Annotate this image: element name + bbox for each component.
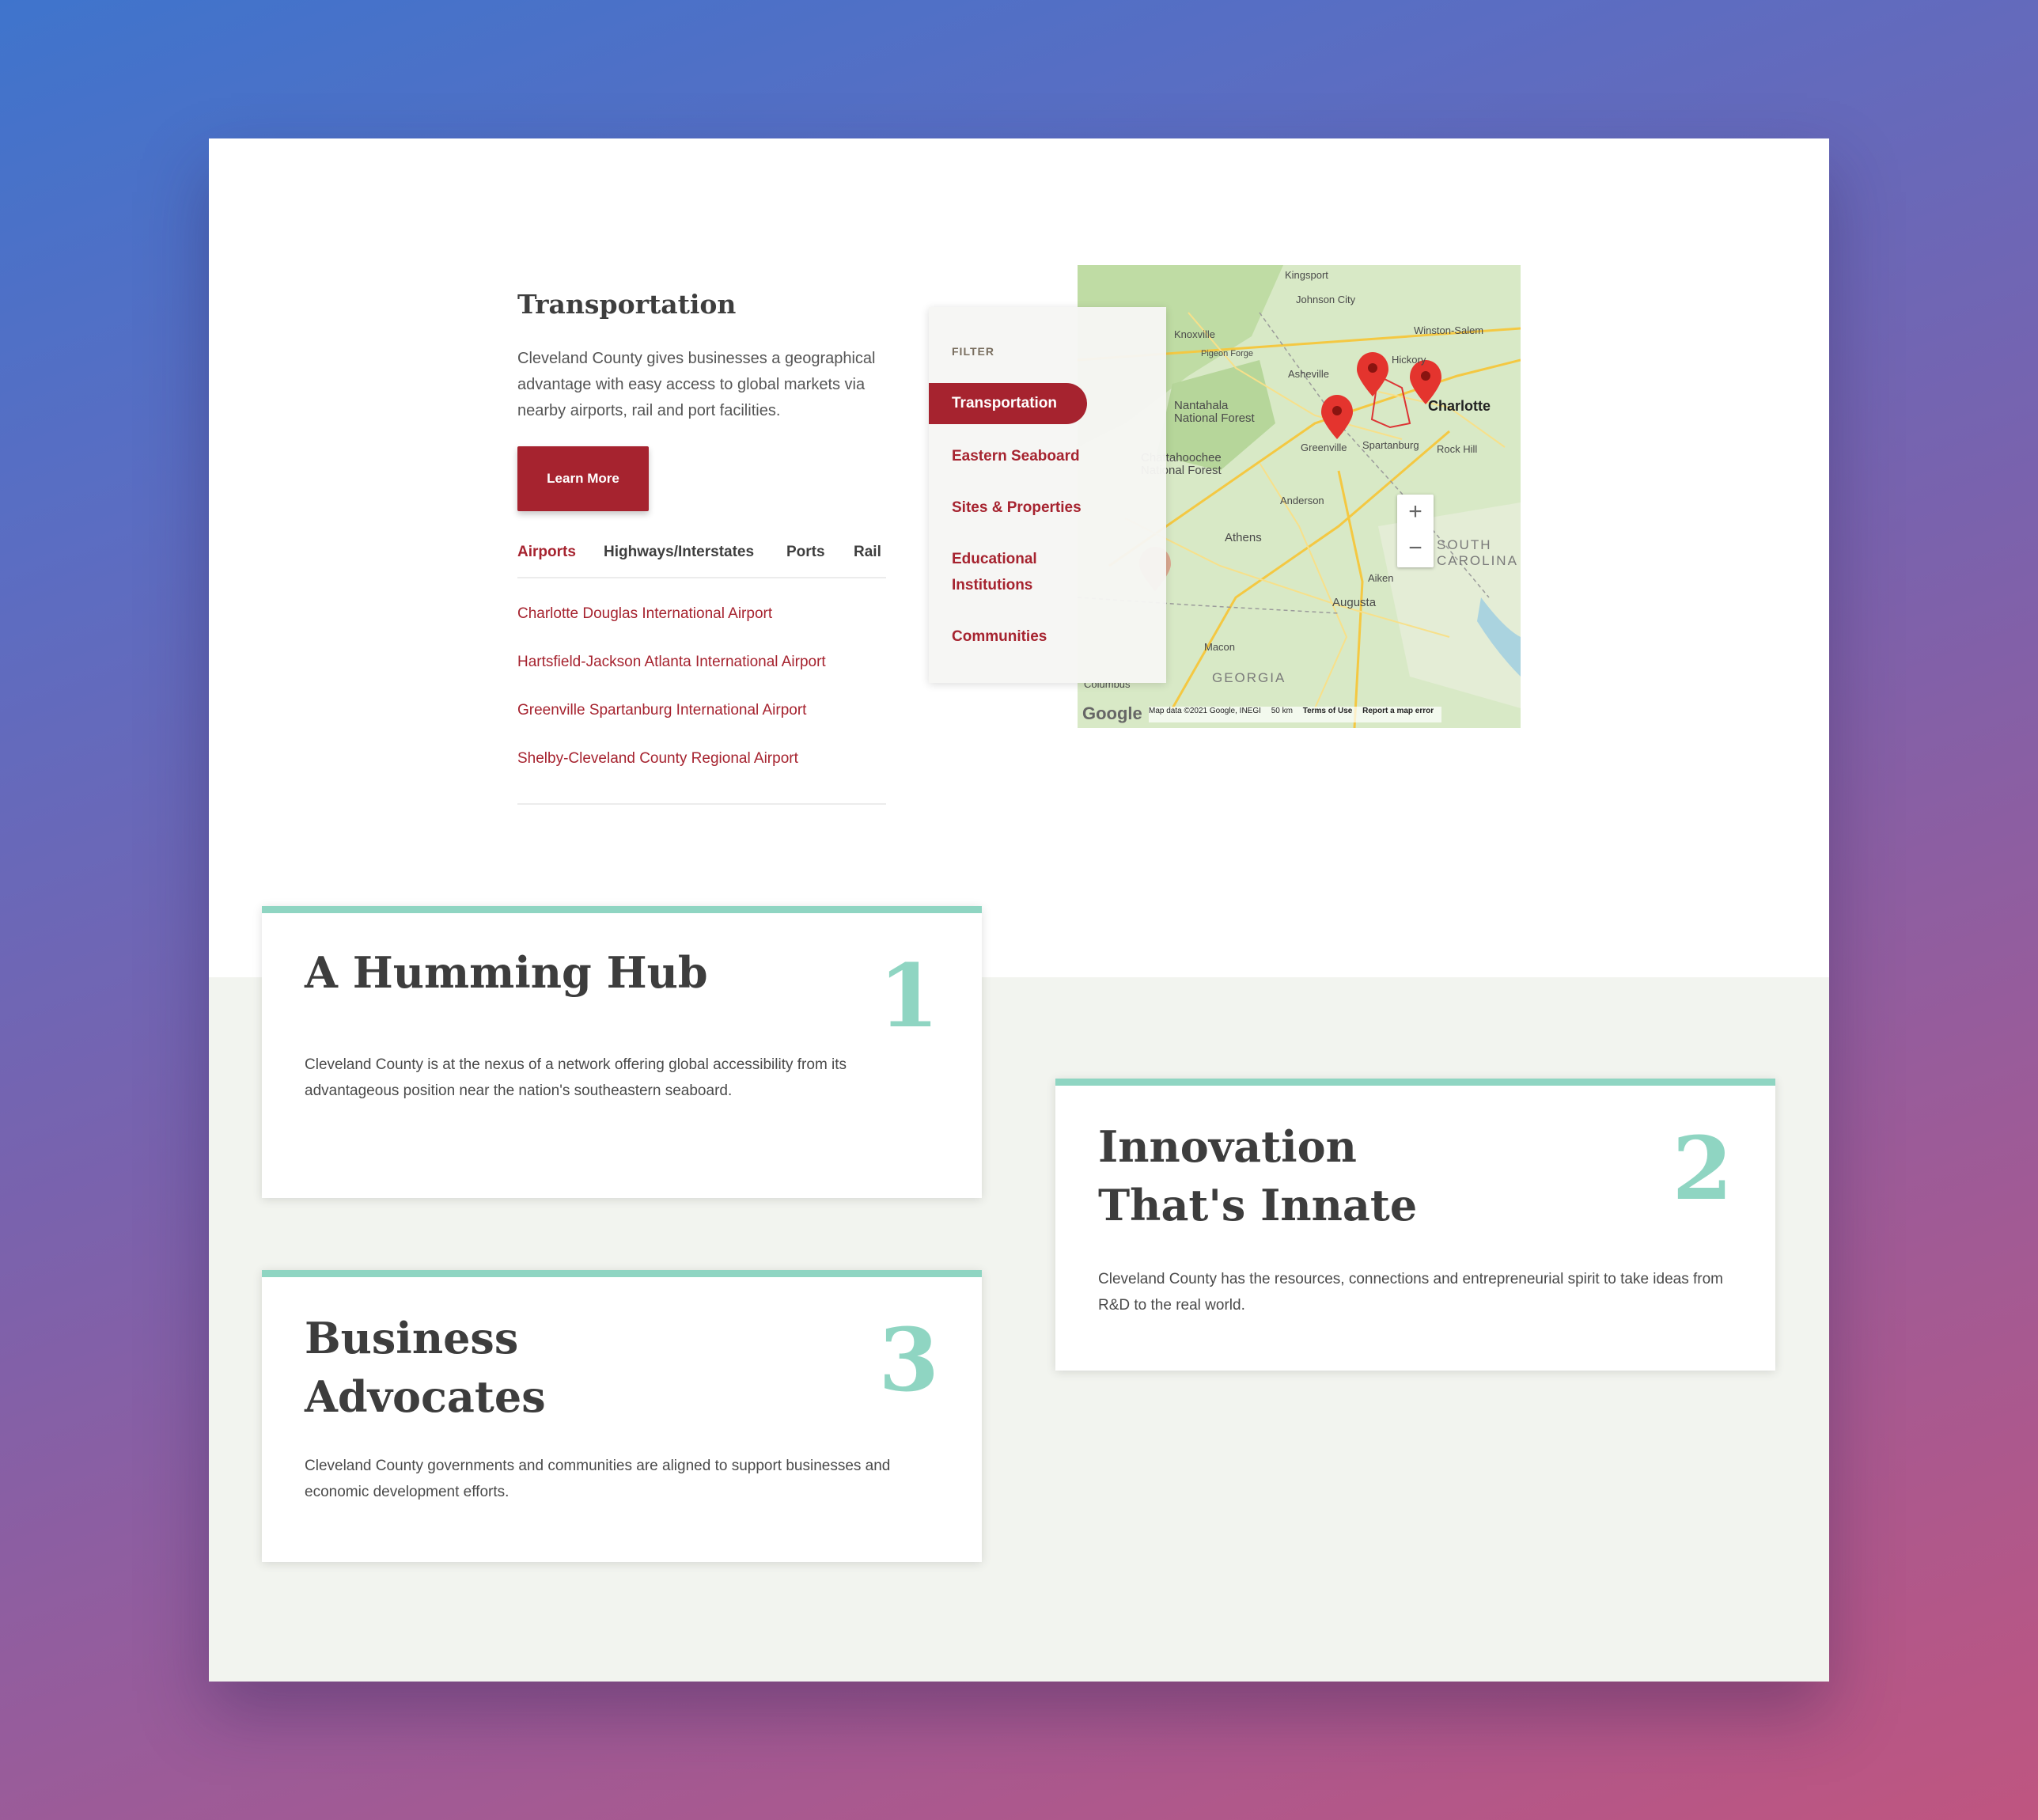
filter-item-sites-properties[interactable]: Sites & Properties — [929, 495, 1087, 521]
card-title-line: Advocates — [305, 1371, 546, 1422]
map-label: Nantahala National Forest — [1174, 399, 1255, 425]
zoom-out-icon[interactable]: − — [1397, 531, 1434, 567]
map-label: Charlotte — [1428, 398, 1491, 414]
card-title-line: Business — [305, 1313, 519, 1363]
map-label: Hickory — [1392, 354, 1426, 366]
airport-link-shelby[interactable]: Shelby-Cleveland County Regional Airport — [517, 750, 798, 768]
map-label: Athens — [1225, 531, 1262, 544]
feature-card-3: Business Advocates 3 Cleveland County go… — [262, 1270, 982, 1562]
section-title: Transportation — [517, 289, 737, 320]
tab-highways-interstates[interactable]: Highways/Interstates — [604, 544, 754, 561]
section-description: Cleveland County gives businesses a geog… — [517, 350, 876, 419]
page-frame: Transportation Cleveland County gives bu… — [209, 138, 1829, 1682]
card-title: Innovation That's Innate — [1098, 1117, 1417, 1234]
map-data-credit: Map data ©2021 Google, INEGI — [1149, 707, 1261, 715]
card-description: Cleveland County is at the nexus of a ne… — [305, 1056, 847, 1099]
learn-more-button[interactable]: Learn More — [517, 446, 649, 511]
filter-panel: FILTER Transportation Eastern Seaboard S… — [929, 307, 1166, 683]
card-number: 2 — [1672, 1117, 1733, 1219]
card-title-line: That's Innate — [1098, 1180, 1418, 1230]
map-label: Spartanburg — [1362, 439, 1419, 451]
airport-link-greenville[interactable]: Greenville Spartanburg International Air… — [517, 702, 806, 719]
card-number: 1 — [878, 945, 939, 1047]
map-label: SOUTH CAROLINA — [1437, 537, 1518, 568]
map-zoom-controls: + − — [1397, 495, 1434, 567]
zoom-in-icon[interactable]: + — [1397, 495, 1434, 531]
map-scale: 50 km — [1271, 707, 1293, 715]
feature-card-2: Innovation That's Innate 2 Cleveland Cou… — [1055, 1079, 1775, 1371]
map-label: Anderson — [1280, 495, 1324, 506]
tab-ports[interactable]: Ports — [786, 544, 825, 561]
card-description: Cleveland County has the resources, conn… — [1098, 1271, 1723, 1314]
map-label: Winston-Salem — [1414, 324, 1484, 336]
airport-link-charlotte[interactable]: Charlotte Douglas International Airport — [517, 605, 772, 623]
map-label: Augusta — [1332, 596, 1377, 609]
report-error-link[interactable]: Report a map error — [1362, 707, 1434, 715]
airport-link-atlanta[interactable]: Hartsfield-Jackson Atlanta International… — [517, 654, 826, 671]
map-label: Aiken — [1368, 572, 1394, 584]
map-label: Rock Hill — [1437, 443, 1478, 455]
airport-list: Charlotte Douglas International Airport … — [517, 605, 886, 805]
card-title: Business Advocates — [305, 1309, 546, 1426]
map-label: Greenville — [1301, 442, 1347, 453]
map-label: Macon — [1204, 641, 1236, 653]
feature-card-1: A Humming Hub 1 Cleveland County is at t… — [262, 906, 982, 1198]
tab-rail[interactable]: Rail — [854, 544, 881, 561]
filter-item-educational-institutions[interactable]: Educational Institutions — [929, 546, 1063, 598]
filter-item-communities[interactable]: Communities — [929, 624, 1087, 650]
map-label: Asheville — [1288, 368, 1330, 380]
google-logo: Google — [1082, 703, 1142, 723]
filter-item-transportation[interactable]: Transportation — [929, 383, 1087, 424]
map-label: Pigeon Forge — [1201, 349, 1254, 358]
card-description: Cleveland County governments and communi… — [305, 1458, 891, 1500]
map-label: Kingsport — [1285, 269, 1328, 281]
map-label: GEORGIA — [1212, 670, 1286, 685]
map-attribution: Map data ©2021 Google, INEGI 50 km Terms… — [1149, 707, 1442, 722]
category-tabs: Airports Highways/Interstates Ports Rail — [517, 544, 886, 578]
card-number: 3 — [878, 1309, 939, 1411]
map-label: Johnson City — [1296, 294, 1356, 305]
filter-item-eastern-seaboard[interactable]: Eastern Seaboard — [929, 443, 1087, 469]
filter-label: FILTER — [952, 345, 994, 358]
map-label: Knoxville — [1174, 328, 1216, 340]
tab-airports[interactable]: Airports — [517, 544, 576, 561]
card-title: A Humming Hub — [305, 947, 708, 998]
card-title-line: Innovation — [1098, 1121, 1357, 1172]
terms-link[interactable]: Terms of Use — [1303, 707, 1353, 715]
